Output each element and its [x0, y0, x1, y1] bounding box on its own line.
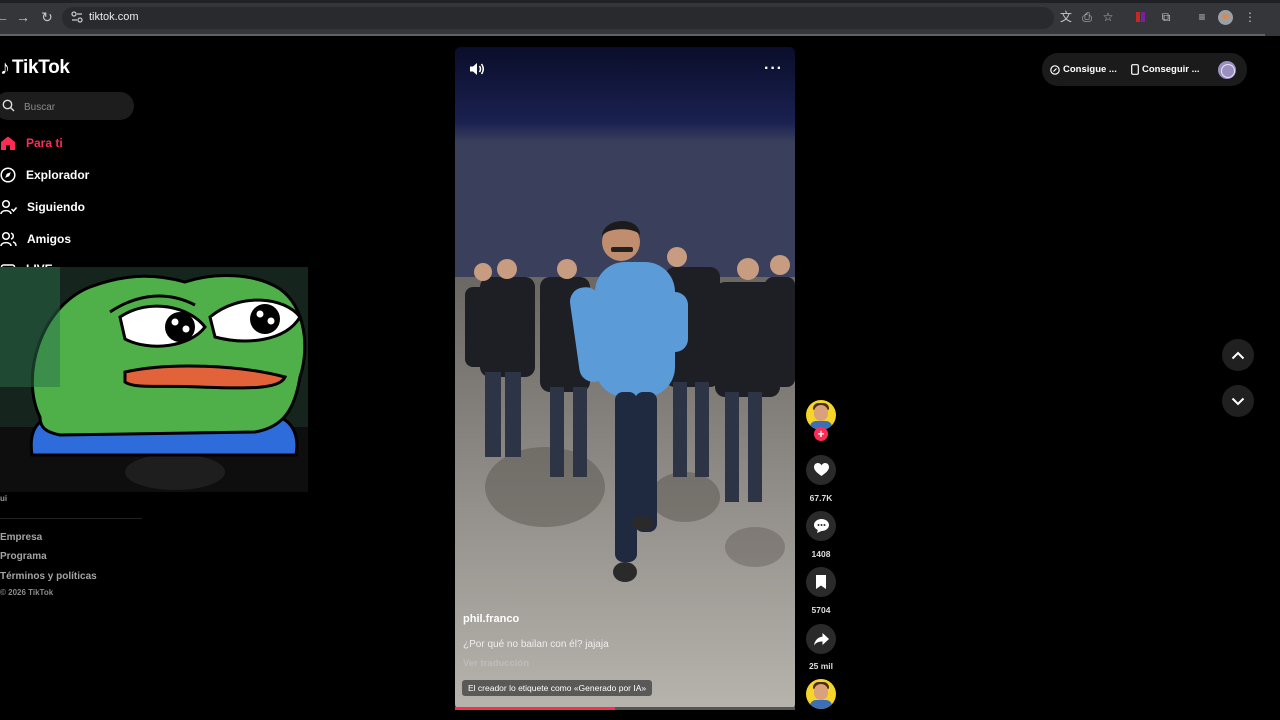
install-icon[interactable]: ⎙: [1080, 10, 1094, 24]
comment-button[interactable]: [806, 511, 836, 541]
bookmark-icon: [816, 575, 826, 589]
share-icon: [813, 632, 829, 645]
tab-search-icon[interactable]: ≡: [1195, 10, 1209, 24]
nav-item-amigos[interactable]: Amigos: [0, 228, 71, 250]
nav-item-siguiendo[interactable]: Siguiendo: [0, 196, 85, 218]
overlay-glow: [0, 267, 60, 387]
footer-link-empresa[interactable]: Empresa: [0, 532, 42, 543]
reload-icon[interactable]: ↻: [39, 9, 55, 25]
tiktok-logo[interactable]: ♪ TikTok: [0, 56, 70, 80]
footer-link-programa[interactable]: Programa: [0, 551, 47, 562]
bookmark-star-icon[interactable]: ☆: [1101, 10, 1115, 24]
toolbar-divider: [0, 34, 1265, 36]
like-button[interactable]: [806, 455, 836, 485]
back-icon[interactable]: ←: [0, 9, 10, 25]
chevron-down-icon: [1231, 397, 1245, 405]
home-icon: [1, 136, 15, 150]
footer-link-terminos[interactable]: Términos y políticas: [0, 571, 97, 582]
nav-label: Para ti: [26, 136, 63, 150]
tiktok-note-icon: ♪: [0, 56, 10, 79]
following-icon: [0, 199, 17, 215]
get-app-label: Consigue ...: [1063, 64, 1117, 75]
video-progress-bar[interactable]: [455, 707, 795, 710]
volume-icon[interactable]: [469, 61, 485, 77]
record-icon[interactable]: [1136, 11, 1146, 23]
nav-item-para-ti[interactable]: Para ti: [0, 132, 63, 154]
chevron-up-icon: [1231, 351, 1245, 359]
url-text: tiktok.com: [89, 11, 139, 23]
compass-icon: [0, 167, 16, 183]
browser-toolbar: ← → ↻ tiktok.com 文 ⎙ ☆ ⧉ ≡ ⋮: [0, 0, 1280, 36]
avatar-body: [810, 700, 832, 709]
sidebar-divider: [0, 518, 142, 519]
video-author[interactable]: phil.franco: [463, 613, 519, 625]
translate-link[interactable]: Ver traducción: [463, 658, 529, 669]
nav-label: Amigos: [27, 232, 72, 246]
get-desktop-button[interactable]: Conseguir ...: [1131, 64, 1200, 75]
avatar-face: [814, 684, 828, 700]
extensions-icon[interactable]: ⧉: [1159, 10, 1173, 24]
heart-icon: [813, 463, 829, 476]
profile-icon[interactable]: [1218, 10, 1233, 25]
share-button[interactable]: [806, 624, 836, 654]
save-count: 5704: [811, 605, 831, 615]
nav-label: Siguiendo: [27, 200, 85, 214]
search-input[interactable]: [22, 98, 126, 116]
ai-generated-label: El creador lo etiquete como «Generado po…: [462, 680, 653, 696]
comment-count: 1408: [811, 549, 831, 559]
video-caption: ¿Por qué no bailan con él? jajaja: [463, 639, 609, 650]
video-player[interactable]: [455, 47, 795, 710]
more-options-icon[interactable]: ···: [764, 60, 783, 78]
music-disc-avatar[interactable]: [806, 679, 836, 709]
logo-wordmark: TikTok: [12, 57, 70, 78]
app-icon: [1050, 64, 1060, 75]
menu-icon[interactable]: ⋮: [1243, 10, 1257, 24]
friends-icon: [0, 231, 17, 247]
translate-icon[interactable]: 文: [1059, 10, 1073, 24]
get-app-button[interactable]: Consigue ...: [1050, 64, 1117, 75]
creator-avatar[interactable]: [806, 400, 836, 430]
progress-fill: [455, 707, 615, 710]
get-desktop-label: Conseguir ...: [1142, 64, 1200, 75]
nav-item-explorador[interactable]: Explorador: [0, 164, 89, 186]
address-bar[interactable]: tiktok.com: [62, 7, 1054, 29]
streamer-overlay: [0, 267, 308, 492]
like-count: 67.7K: [809, 493, 833, 503]
site-settings-icon[interactable]: [70, 10, 84, 24]
avatar-face: [814, 405, 828, 421]
tab-strip-edge: [0, 0, 1280, 3]
next-video-button[interactable]: [1222, 385, 1254, 417]
truncated-text: ui: [0, 494, 8, 503]
comment-icon: [813, 519, 829, 533]
forward-icon[interactable]: →: [15, 9, 31, 25]
user-avatar[interactable]: [1218, 61, 1236, 79]
nav-label: Explorador: [26, 168, 90, 182]
search-icon: [2, 99, 15, 112]
save-button[interactable]: [806, 567, 836, 597]
share-count: 25 mil: [808, 661, 834, 671]
previous-video-button[interactable]: [1222, 339, 1254, 371]
video-frame: [455, 47, 795, 710]
phone-icon: [1131, 64, 1139, 75]
copyright: © 2026 TikTok: [0, 588, 54, 597]
follow-plus-icon[interactable]: +: [814, 427, 828, 441]
search-box[interactable]: [0, 92, 134, 120]
